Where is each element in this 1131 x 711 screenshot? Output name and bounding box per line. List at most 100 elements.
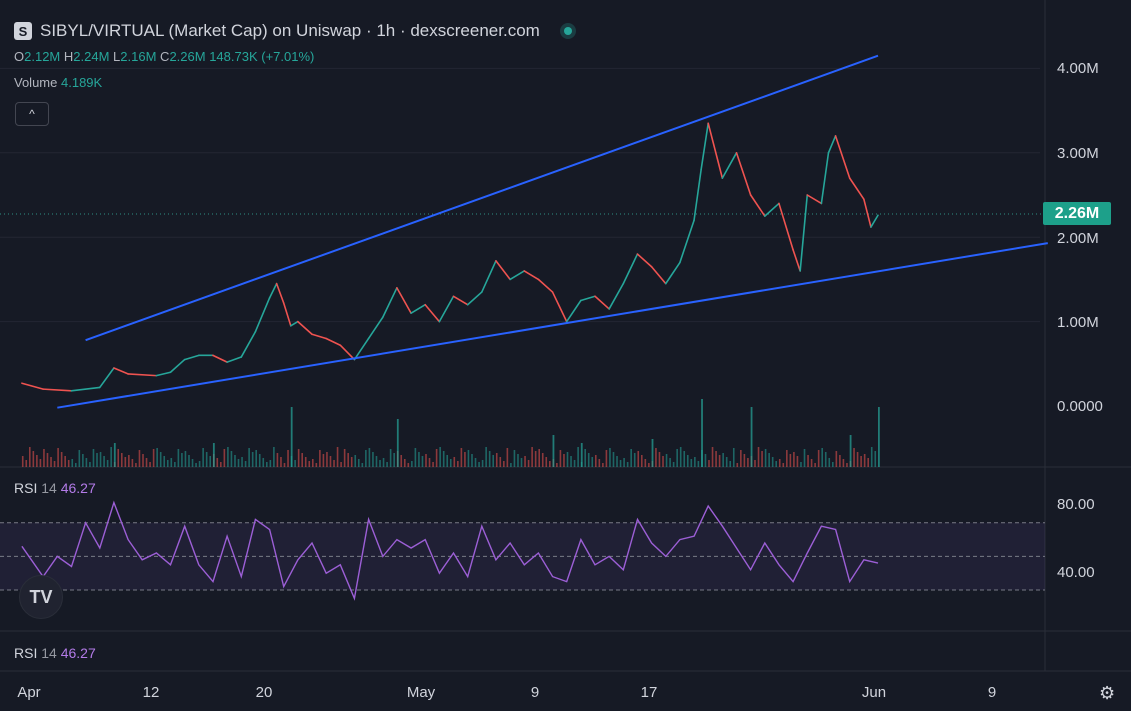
- volume-bar: [732, 448, 735, 467]
- volume-bar: [269, 460, 272, 467]
- volume-bar: [587, 453, 590, 467]
- volume-bar: [248, 448, 250, 467]
- price-segment: [452, 295, 469, 306]
- volume-bar: [485, 447, 487, 467]
- volume-bar: [510, 463, 512, 467]
- volume-bar: [110, 447, 112, 467]
- volume-bar: [138, 450, 141, 467]
- ohlc-value-low: 2.16M: [120, 49, 157, 64]
- price-segment: [537, 278, 554, 293]
- volume-bar: [357, 459, 360, 467]
- volume-bar: [234, 455, 236, 467]
- price-segment: [42, 388, 73, 392]
- price-segment: [509, 270, 526, 281]
- volume-bar: [860, 456, 862, 467]
- volume-bar: [96, 453, 98, 467]
- volume-bar: [566, 452, 569, 467]
- volume-bar: [867, 458, 869, 467]
- volume-bar: [336, 447, 339, 467]
- volume-bar: [29, 447, 31, 467]
- volume-spike: [750, 407, 753, 467]
- volume-bar: [262, 458, 265, 467]
- volume-bar: [686, 455, 689, 467]
- price-segment: [127, 373, 158, 377]
- volume-bar: [824, 452, 827, 467]
- price-segment: [212, 354, 228, 363]
- chart-canvas[interactable]: [0, 0, 1131, 711]
- volume-bar: [32, 451, 35, 467]
- volume-bar: [683, 451, 686, 467]
- price-segment: [608, 282, 625, 310]
- volume-bar: [354, 455, 357, 467]
- volume-spike: [651, 439, 654, 467]
- volume-bar: [202, 448, 204, 467]
- tradingview-logo[interactable]: TV: [19, 575, 63, 619]
- volume-bar: [425, 454, 427, 467]
- volume-bar: [418, 452, 420, 467]
- price-segment: [339, 344, 356, 361]
- volume-bar: [559, 450, 562, 467]
- volume-bar: [442, 451, 445, 467]
- volume-bar: [347, 453, 349, 467]
- price-segment: [707, 122, 724, 179]
- volume-bar: [598, 459, 601, 467]
- volume-bar: [623, 458, 625, 467]
- volume-bar: [294, 460, 296, 467]
- volume-bar: [538, 449, 540, 467]
- volume-bar: [708, 460, 710, 467]
- volume-bar: [82, 454, 84, 467]
- volume-bar: [85, 458, 88, 467]
- price-segment: [820, 152, 830, 205]
- volume-bar: [874, 451, 877, 467]
- volume-bar: [630, 449, 632, 467]
- volume-bar: [853, 448, 855, 467]
- volume-bar: [36, 455, 38, 467]
- ohlc-key-open: O: [14, 49, 25, 64]
- volume-bar: [188, 455, 190, 467]
- price-segment: [367, 316, 384, 340]
- volume-bar: [379, 460, 381, 467]
- volume-bar: [754, 460, 756, 467]
- volume-spike: [701, 399, 703, 467]
- volume-bar: [503, 461, 505, 467]
- volume-bar: [633, 453, 636, 467]
- volume-spike: [849, 435, 852, 467]
- volume-bar: [205, 452, 208, 467]
- rsi-band-layer: [0, 522, 1045, 591]
- volume-bar: [761, 451, 763, 467]
- volume-bar: [411, 461, 413, 467]
- volume-bar: [807, 455, 809, 467]
- gear-icon[interactable]: ⚙: [1099, 683, 1115, 704]
- volume-bar: [159, 452, 162, 467]
- volume-bar: [439, 447, 441, 467]
- volume-bar: [25, 460, 28, 467]
- volume-bar: [312, 459, 314, 467]
- volume-bar: [301, 453, 303, 467]
- volume-bar: [170, 458, 173, 467]
- price-segment: [806, 194, 823, 205]
- volume-bar: [764, 449, 767, 467]
- price-segment: [424, 303, 441, 323]
- volume-bar: [549, 461, 551, 467]
- volume-bar: [481, 460, 484, 467]
- price-segment: [636, 253, 653, 268]
- volume-bar: [740, 450, 742, 467]
- collapse-legend-button[interactable]: ^: [15, 102, 49, 126]
- volume-bar: [517, 454, 519, 467]
- price-segment: [282, 302, 292, 327]
- price-segment: [275, 282, 285, 304]
- volume-bar: [99, 452, 102, 467]
- rsi-key: RSI: [14, 480, 38, 496]
- volume-bar: [584, 449, 586, 467]
- volume-bar: [757, 447, 760, 467]
- volume-bar: [672, 462, 675, 467]
- price-segment: [551, 291, 568, 323]
- price-segment: [693, 168, 702, 222]
- volume-bar: [722, 453, 724, 467]
- volume-bar: [389, 449, 392, 467]
- volume-bar: [460, 448, 463, 467]
- volume-bar: [145, 458, 148, 467]
- price-segment: [799, 194, 809, 272]
- time-tick-label: May: [406, 684, 436, 701]
- volume-bar: [400, 455, 403, 467]
